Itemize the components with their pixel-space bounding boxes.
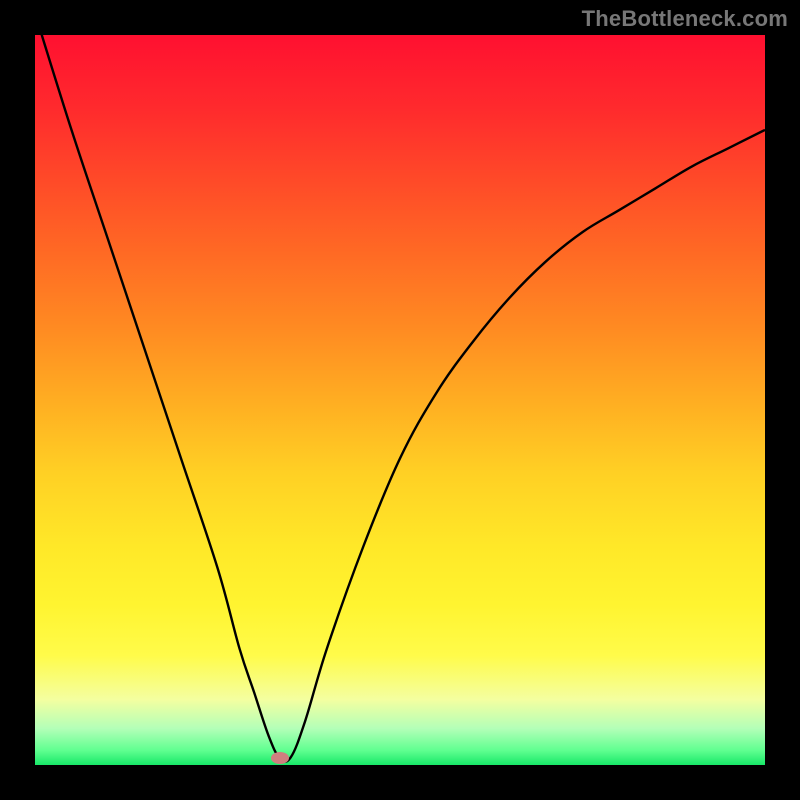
chart-frame: TheBottleneck.com bbox=[0, 0, 800, 800]
curve-layer bbox=[35, 35, 765, 765]
bottleneck-curve bbox=[35, 35, 765, 762]
watermark-text: TheBottleneck.com bbox=[582, 6, 788, 32]
optimal-point-marker bbox=[271, 752, 289, 764]
plot-area bbox=[35, 35, 765, 765]
